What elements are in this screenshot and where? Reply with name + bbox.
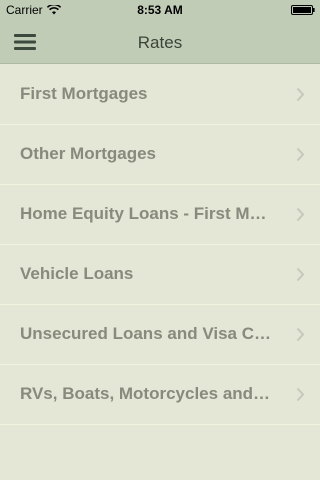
list-item-other-mortgages[interactable]: Other Mortgages xyxy=(0,125,320,185)
list-item-label: First Mortgages xyxy=(20,84,148,103)
rates-list: First Mortgages Other Mortgages Home Equ… xyxy=(0,65,320,425)
navigation-bar: Rates xyxy=(0,20,320,64)
chevron-right-icon xyxy=(296,267,305,282)
list-item-home-equity-loans[interactable]: Home Equity Loans - First Mortgages xyxy=(0,185,320,245)
list-item-vehicle-loans[interactable]: Vehicle Loans xyxy=(0,245,320,305)
status-time: 8:53 AM xyxy=(137,3,183,17)
chevron-right-icon xyxy=(296,387,305,402)
status-bar: Carrier 8:53 AM xyxy=(0,0,320,20)
list-item-unsecured-loans[interactable]: Unsecured Loans and Visa Cards xyxy=(0,305,320,365)
battery-icon xyxy=(291,5,315,15)
list-item-first-mortgages[interactable]: First Mortgages xyxy=(0,65,320,125)
list-item-label: RVs, Boats, Motorcycles and More xyxy=(20,384,272,403)
list-item-label: Home Equity Loans - First Mortgages xyxy=(20,204,272,223)
chevron-right-icon xyxy=(296,207,305,222)
list-item-label: Unsecured Loans and Visa Cards xyxy=(20,324,272,343)
list-item-label: Vehicle Loans xyxy=(20,264,134,283)
list-item-label: Other Mortgages xyxy=(20,144,157,163)
chevron-right-icon xyxy=(296,147,305,162)
page-title: Rates xyxy=(137,33,183,52)
list-item-rvs-boats[interactable]: RVs, Boats, Motorcycles and More xyxy=(0,365,320,425)
chevron-right-icon xyxy=(296,327,305,342)
chevron-right-icon xyxy=(296,87,305,102)
